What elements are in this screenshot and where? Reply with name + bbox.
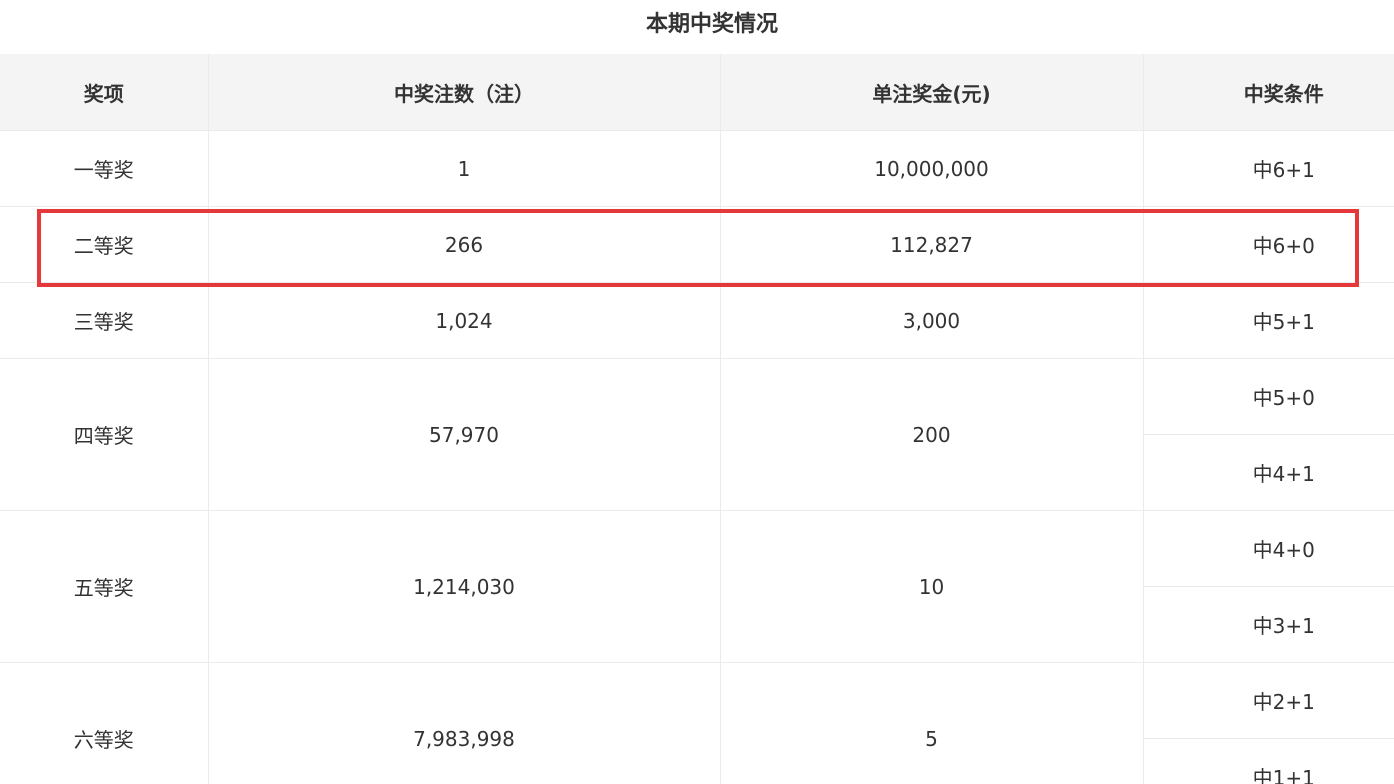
- winner-count-cell: 1,214,030: [207, 510, 720, 663]
- header-level: 奖项: [0, 54, 208, 131]
- condition-cell: 中6+1: [1142, 130, 1394, 207]
- table-row: 二等奖 266 112,827 中6+0: [0, 206, 1394, 283]
- condition-cell: 中5+0: [1142, 358, 1394, 435]
- winner-count-cell: 7,983,998: [207, 662, 720, 784]
- header-count: 中奖注数（注）: [207, 54, 720, 131]
- condition-cell: 中5+1: [1142, 282, 1394, 359]
- table-row: 六等奖 7,983,998 5 中2+1: [0, 662, 1394, 784]
- condition-cell: 中4+1: [1142, 434, 1394, 511]
- prize-amount-cell: 10,000,000: [719, 130, 1143, 207]
- table-header-row: 奖项 中奖注数（注） 单注奖金(元) 中奖条件: [0, 54, 1394, 131]
- condition-cell: 中1+1: [1142, 738, 1394, 784]
- prize-level-cell: 三等奖: [0, 282, 208, 359]
- prize-amount-cell: 10: [719, 510, 1143, 663]
- condition-cell: 中4+0: [1142, 510, 1394, 587]
- prize-table: 奖项 中奖注数（注） 单注奖金(元) 中奖条件 一等奖 1 10,000,000…: [0, 54, 1394, 784]
- prize-amount-cell: 112,827: [719, 206, 1143, 283]
- prize-page: 本期中奖情况 奖项 中奖注数（注） 单注奖金(元) 中奖条件 一等奖 1 10,…: [0, 0, 1394, 784]
- header-amount: 单注奖金(元): [719, 54, 1143, 131]
- prize-level-cell: 六等奖: [0, 662, 208, 784]
- winner-count-cell: 1: [207, 130, 720, 207]
- prize-amount-cell: 5: [719, 662, 1143, 784]
- condition-cell: 中3+1: [1142, 586, 1394, 663]
- winner-count-cell: 266: [207, 206, 720, 283]
- prize-level-cell: 一等奖: [0, 130, 208, 207]
- condition-cell: 中2+1: [1142, 662, 1394, 739]
- table-row: 一等奖 1 10,000,000 中6+1: [0, 130, 1394, 207]
- page-title: 本期中奖情况: [645, 12, 778, 37]
- prize-level-cell: 五等奖: [0, 510, 208, 663]
- prize-amount-cell: 3,000: [719, 282, 1143, 359]
- winner-count-cell: 57,970: [207, 358, 720, 511]
- table-row: 三等奖 1,024 3,000 中5+1: [0, 282, 1394, 359]
- condition-cell: 中6+0: [1142, 206, 1394, 283]
- winner-count-cell: 1,024: [207, 282, 720, 359]
- header-condition: 中奖条件: [1142, 54, 1394, 131]
- prize-level-cell: 四等奖: [0, 358, 208, 511]
- prize-amount-cell: 200: [719, 358, 1143, 511]
- table-row: 五等奖 1,214,030 10 中4+0: [0, 510, 1394, 663]
- table-row: 四等奖 57,970 200 中5+0: [0, 358, 1394, 511]
- prize-level-cell: 二等奖: [0, 206, 208, 283]
